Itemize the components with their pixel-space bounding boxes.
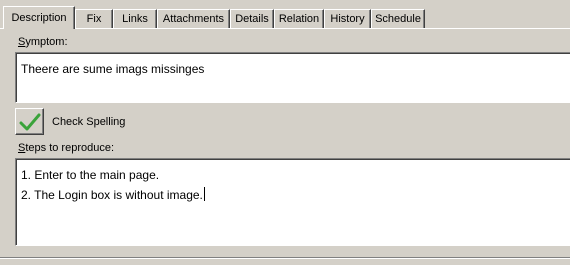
- steps-field[interactable]: 1. Enter to the main page. 2. The Login …: [15, 158, 570, 246]
- symptom-text: Theere are sume imags missinges: [21, 62, 205, 76]
- panel-divider-highlight: [0, 258, 570, 259]
- checkmark-icon: [19, 113, 40, 130]
- symptom-label: Symptom:: [18, 36, 68, 48]
- tab-relation[interactable]: Relation: [274, 9, 324, 28]
- tab-history[interactable]: History: [324, 9, 371, 28]
- tab-schedule[interactable]: Schedule: [371, 9, 425, 28]
- tab-description[interactable]: Description: [3, 6, 75, 29]
- text-caret: [203, 187, 205, 201]
- symptom-field[interactable]: Theere are sume imags missinges: [15, 52, 570, 103]
- tab-fix[interactable]: Fix: [75, 9, 113, 28]
- check-spelling-button[interactable]: [15, 108, 44, 135]
- tab-details[interactable]: Details: [230, 9, 274, 28]
- tab-strip: Description Fix Links Attachments Detail…: [0, 0, 570, 29]
- steps-line-2-text: 2. The Login box is without image.: [21, 188, 203, 202]
- tab-links[interactable]: Links: [113, 9, 157, 28]
- steps-line-1: 1. Enter to the main page.: [21, 168, 160, 182]
- steps-label: Steps to reproduce:: [18, 142, 115, 154]
- tab-attachments[interactable]: Attachments: [157, 9, 230, 28]
- steps-line-2: 2. The Login box is without image.: [21, 185, 570, 205]
- check-spelling-label: Check Spelling: [52, 116, 126, 128]
- tab-baseline: [0, 28, 570, 29]
